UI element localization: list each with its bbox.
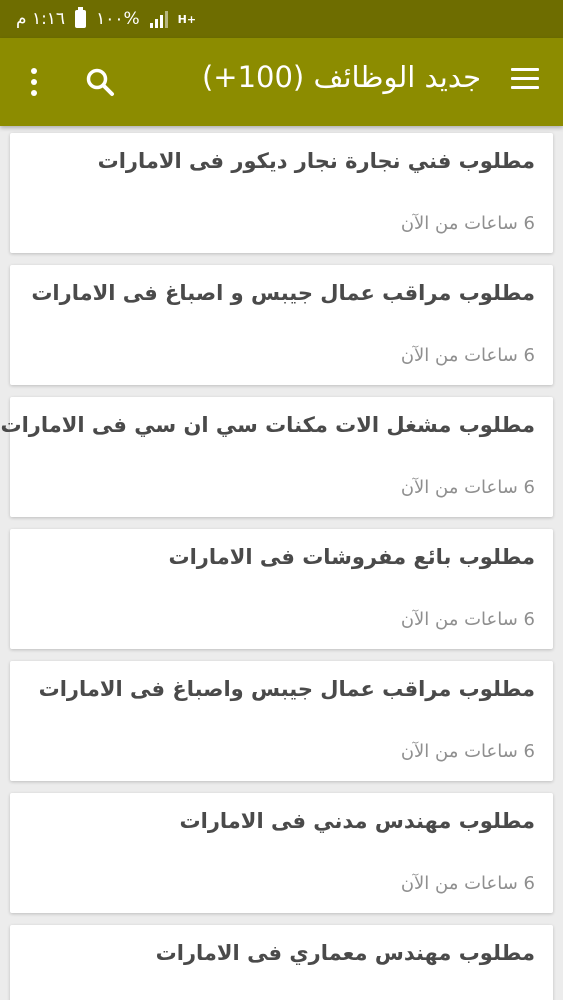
job-title: مطلوب مهندس مدني فى الامارات: [179, 809, 535, 833]
job-card[interactable]: مطلوب فني نجارة نجار ديكور فى الامارات 6…: [10, 133, 553, 253]
job-card[interactable]: مطلوب بائع مفروشات فى الامارات 6 ساعات م…: [10, 529, 553, 649]
search-icon: [86, 68, 114, 96]
page-title: جديد الوظائف (100+): [201, 60, 481, 94]
signal-icon: [149, 10, 168, 28]
job-time: 6 ساعات من الآن: [400, 873, 535, 894]
more-options-button[interactable]: [24, 66, 44, 98]
hamburger-icon-line: [511, 77, 539, 80]
job-time: 6 ساعات من الآن: [400, 741, 535, 762]
job-title: مطلوب مراقب عمال جيبس و اصباغ فى الامارا…: [31, 281, 535, 305]
menu-button[interactable]: [511, 68, 541, 94]
job-card[interactable]: مطلوب مشغل الات مكنات سي ان سي فى الامار…: [1, 397, 553, 517]
hamburger-icon-line: [511, 86, 539, 89]
job-time: 6 ساعات من الآن: [400, 345, 535, 366]
network-type-icon: H+: [177, 12, 197, 26]
job-title: مطلوب مشغل الات مكنات سي ان سي فى الامار…: [0, 413, 536, 437]
job-card[interactable]: مطلوب مراقب عمال جيبس واصباغ فى الامارات…: [10, 661, 553, 781]
job-title: مطلوب بائع مفروشات فى الامارات: [168, 545, 535, 569]
more-vert-icon: [31, 68, 37, 74]
job-time: 6 ساعات من الآن: [400, 609, 535, 630]
app-bar: جديد الوظائف (100+): [0, 38, 563, 126]
job-card[interactable]: مطلوب مهندس معماري فى الامارات: [10, 925, 553, 1000]
job-card[interactable]: مطلوب مراقب عمال جيبس و اصباغ فى الامارا…: [10, 265, 553, 385]
job-title: مطلوب مهندس معماري فى الامارات: [155, 941, 535, 965]
job-card[interactable]: مطلوب مهندس مدني فى الامارات 6 ساعات من …: [10, 793, 553, 913]
status-time: ١:١٦ م: [16, 9, 66, 29]
battery-percentage: ١٠٠%: [96, 9, 140, 29]
more-vert-icon-dot: [31, 79, 37, 85]
battery-icon: [75, 7, 87, 28]
more-vert-icon-dot: [31, 90, 37, 96]
job-time: 6 ساعات من الآن: [400, 477, 535, 498]
job-list: مطلوب فني نجارة نجار ديكور فى الامارات 6…: [0, 126, 563, 1000]
job-title: مطلوب فني نجارة نجار ديكور فى الامارات: [97, 149, 535, 173]
job-time: 6 ساعات من الآن: [400, 213, 535, 234]
job-title: مطلوب مراقب عمال جيبس واصباغ فى الامارات: [38, 677, 535, 701]
status-bar: ١:١٦ م ١٠٠% H+: [0, 0, 563, 38]
search-button[interactable]: [84, 66, 116, 98]
hamburger-icon: [511, 68, 539, 71]
